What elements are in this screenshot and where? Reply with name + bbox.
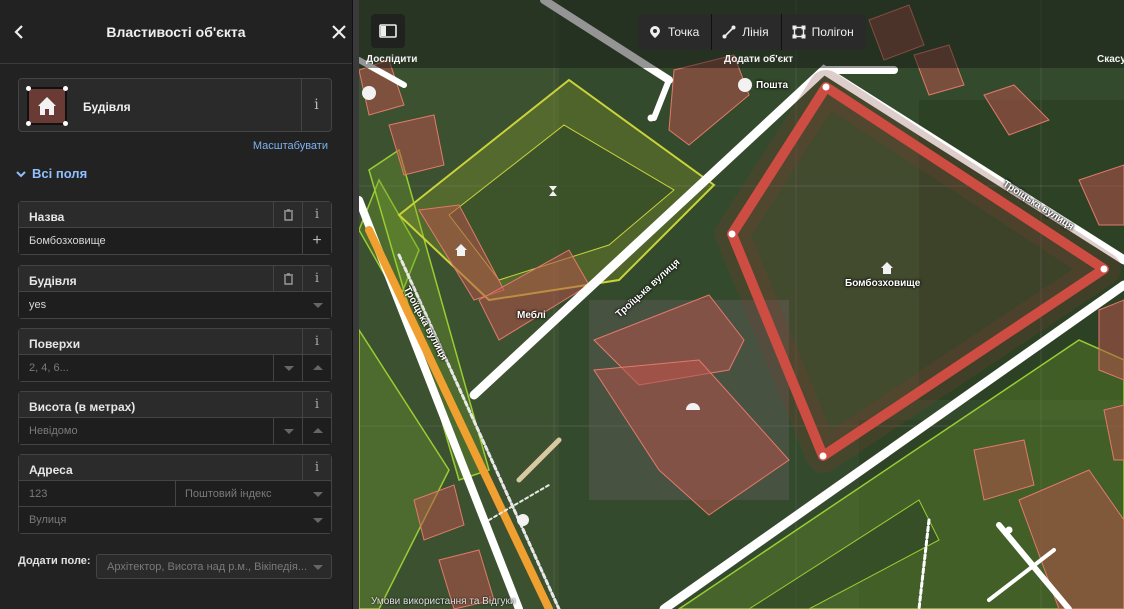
explore-label: Дослідити bbox=[366, 54, 418, 65]
info-icon[interactable]: i bbox=[302, 455, 331, 480]
housenumber-input[interactable]: 123 bbox=[29, 488, 47, 500]
field-building: Будівля i yes bbox=[18, 265, 332, 319]
sidebar-toggle-icon bbox=[379, 24, 397, 38]
name-input[interactable]: Бомбозховище bbox=[29, 235, 106, 247]
line-icon bbox=[722, 25, 736, 39]
levels-input[interactable]: 2, 4, 6... bbox=[29, 362, 69, 374]
sidebar-resizer[interactable] bbox=[352, 0, 359, 609]
preset-button[interactable]: Будівля i bbox=[18, 78, 332, 132]
section-label: Всі поля bbox=[32, 166, 88, 181]
polygon-icon bbox=[792, 25, 806, 39]
poi-label: Пошта bbox=[756, 80, 789, 91]
field-address: Адреса i 123 Поштовий індекс Вулиця bbox=[18, 454, 332, 534]
plus-icon[interactable]: + bbox=[302, 228, 331, 254]
street-placeholder: Вулиця bbox=[29, 514, 67, 526]
field-label: Назва bbox=[29, 210, 65, 224]
postcode-input[interactable]: Поштовий індекс bbox=[175, 481, 331, 507]
caret-down-icon bbox=[313, 518, 323, 523]
field-label: Висота (в метрах) bbox=[29, 400, 136, 414]
height-input[interactable]: Невідомо bbox=[29, 425, 78, 437]
add-line-label: Лінія bbox=[742, 25, 769, 39]
building-select[interactable]: yes bbox=[19, 292, 331, 318]
info-icon[interactable]: i bbox=[302, 266, 331, 291]
info-icon[interactable]: i bbox=[302, 202, 331, 227]
map-imagery bbox=[359, 0, 1124, 609]
decrement-button[interactable] bbox=[273, 355, 302, 381]
caret-down-icon bbox=[313, 303, 323, 308]
trash-icon[interactable] bbox=[273, 266, 302, 291]
close-icon[interactable] bbox=[330, 22, 348, 42]
decrement-button[interactable] bbox=[273, 418, 302, 444]
building-value: yes bbox=[29, 299, 47, 311]
add-area-button[interactable]: Полігон bbox=[782, 14, 866, 50]
preset-info-icon[interactable]: i bbox=[301, 79, 331, 131]
poi-label: Меблі bbox=[517, 310, 546, 321]
selected-area-label: Бомбозховище bbox=[845, 278, 921, 289]
panel-title: Властивості об'єкта bbox=[106, 24, 246, 40]
point-marker-icon bbox=[650, 26, 660, 38]
field-name: Назва i Бомбозховище + bbox=[18, 201, 332, 255]
caret-down-icon bbox=[313, 492, 323, 497]
inspector-panel: Властивості об'єкта Будівля i Масштабува… bbox=[0, 0, 352, 609]
postcode-placeholder: Поштовий індекс bbox=[185, 488, 272, 500]
add-field-placeholder: Архітектор, Висота над р.м., Вікіпедія..… bbox=[107, 561, 307, 573]
street-input[interactable]: Вулиця bbox=[19, 507, 331, 533]
field-height: Висота (в метрах) i Невідомо bbox=[18, 391, 332, 445]
add-line-button[interactable]: Лінія bbox=[712, 14, 782, 50]
caret-down-icon bbox=[313, 565, 323, 570]
attribution-link[interactable]: Умови використання та Відгуки bbox=[371, 596, 516, 607]
field-label: Будівля bbox=[29, 274, 77, 288]
field-label: Поверхи bbox=[29, 337, 81, 351]
info-icon[interactable]: i bbox=[302, 329, 331, 354]
trash-icon[interactable] bbox=[273, 202, 302, 227]
building-icon bbox=[26, 86, 68, 126]
panel-header: Властивості об'єкта bbox=[0, 0, 352, 64]
field-levels: Поверхи i 2, 4, 6... bbox=[18, 328, 332, 382]
chevron-down-icon bbox=[16, 171, 26, 178]
undo-label: Скасу bbox=[1097, 54, 1124, 65]
info-icon[interactable]: i bbox=[302, 392, 331, 417]
add-feature-toolbar: Точка Лінія Полігон bbox=[638, 14, 866, 50]
sidebar-toggle-button[interactable] bbox=[371, 14, 405, 48]
field-label: Адреса bbox=[29, 463, 73, 477]
increment-button[interactable] bbox=[302, 355, 331, 381]
add-point-button[interactable]: Точка bbox=[638, 14, 713, 50]
map-canvas[interactable]: Дослідити Точка Лінія Полігон Додати об'… bbox=[359, 0, 1124, 609]
preset-name: Будівля bbox=[83, 100, 131, 114]
all-fields-toggle[interactable]: Всі поля bbox=[16, 166, 87, 181]
zoom-to-selection-link[interactable]: Масштабувати bbox=[253, 140, 328, 152]
add-field-label: Додати поле: bbox=[18, 555, 91, 567]
add-feature-label: Додати об'єкт bbox=[724, 54, 794, 65]
add-area-label: Полігон bbox=[811, 25, 854, 39]
add-field-combobox[interactable]: Архітектор, Висота над р.м., Вікіпедія..… bbox=[96, 554, 332, 579]
add-point-label: Точка bbox=[668, 25, 700, 39]
increment-button[interactable] bbox=[302, 418, 331, 444]
